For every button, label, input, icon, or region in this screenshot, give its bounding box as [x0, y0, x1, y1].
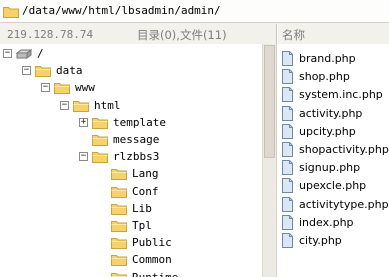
file-name: index.php [299, 215, 354, 229]
folder-icon [3, 7, 19, 18]
tree-node-label: Common [132, 253, 172, 267]
folder-icon [54, 83, 70, 95]
tree-node-label: / [37, 47, 44, 60]
tree-node-label: data [56, 64, 83, 78]
folder-icon [111, 203, 127, 215]
directory-tree[interactable]: − / − data − www − html + template message − rlzbbs3… [0, 44, 262, 277]
file-name: activity.php [299, 106, 363, 120]
collapse-toggle[interactable]: − [79, 152, 88, 162]
folder-icon [73, 100, 89, 112]
tree-node-label: template [113, 115, 166, 129]
file-name: shop.php [299, 70, 350, 84]
tree-node-label: Lib [132, 201, 152, 215]
collapse-toggle[interactable]: − [60, 100, 69, 110]
drive-icon [16, 49, 32, 59]
tree-node[interactable]: Lib [0, 200, 262, 218]
tree-node-label: html [94, 98, 121, 112]
php-file-icon [282, 142, 293, 157]
php-file-icon [282, 87, 293, 103]
folder-icon [111, 272, 127, 277]
tree-node-label: message [113, 133, 160, 146]
php-file-icon [282, 196, 293, 212]
php-file-icon [282, 105, 293, 121]
php-file-icon [282, 123, 293, 139]
php-file-icon [282, 160, 293, 176]
file-name: system.inc.php [299, 88, 383, 102]
tree-node-label: Runtime [132, 271, 178, 277]
file-name: signup.php [299, 161, 361, 175]
expand-toggle[interactable]: + [79, 117, 88, 127]
path-bar[interactable]: /data/www/html/lbsadmin/admin/ [0, 0, 389, 23]
column-divider[interactable] [276, 24, 278, 44]
collapse-toggle[interactable]: − [3, 49, 12, 58]
collapse-toggle[interactable]: − [22, 66, 31, 76]
folder-icon [92, 117, 108, 129]
tree-node[interactable]: − www [0, 79, 262, 97]
tree-scrollbar[interactable] [262, 44, 276, 277]
tree-node-label: rlzbbs3 [113, 150, 160, 164]
file-name: brand.php [299, 52, 356, 65]
php-file-icon [282, 233, 293, 248]
tree-node[interactable]: − html [0, 97, 262, 115]
folder-icon [111, 186, 127, 198]
php-file-icon [282, 178, 293, 194]
tree-node[interactable]: − rlzbbs3 [0, 148, 262, 166]
tree-node-label: www [75, 81, 95, 95]
tree-node[interactable]: Runtime [0, 269, 262, 277]
php-file-icon [282, 69, 293, 85]
tree-node[interactable]: Public [0, 234, 262, 252]
folder-icon [111, 169, 127, 181]
file-list[interactable]: brand.php shop.php system.inc.php activity.… [276, 44, 389, 277]
tree-node[interactable]: − / [0, 45, 262, 63]
tree-node-label: Tpl [132, 219, 152, 232]
folder-icon [35, 66, 51, 78]
php-file-icon [282, 51, 293, 66]
file-name: city.php [299, 234, 342, 247]
scrollbar-thumb[interactable] [264, 45, 275, 158]
folder-icon [111, 255, 127, 267]
collapse-toggle[interactable]: − [41, 83, 50, 93]
tree-node[interactable]: Tpl [0, 217, 262, 235]
php-file-icon [282, 214, 293, 230]
tree-node[interactable]: message [0, 131, 262, 149]
folder-icon [92, 135, 108, 146]
file-name: upcity.php [299, 124, 356, 138]
tree-node-label: Lang [132, 167, 159, 181]
tree-node-label: Public [132, 236, 172, 250]
tree-node[interactable]: Lang [0, 165, 262, 183]
folder-icon [92, 152, 108, 164]
file-name: upexcle.php [299, 179, 367, 193]
tree-node-label: Conf [132, 184, 159, 198]
tree-node[interactable]: − data [0, 62, 262, 80]
tree-node[interactable]: Conf [0, 183, 262, 201]
file-name: activitytype.php [299, 197, 389, 211]
tree-node[interactable]: + template [0, 114, 262, 132]
file-name: shopactivity.php [299, 143, 389, 156]
tree-node[interactable]: Common [0, 251, 262, 269]
folder-icon [111, 238, 127, 250]
folder-icon [111, 221, 127, 232]
path-text: /data/www/html/lbsadmin/admin/ [22, 4, 221, 17]
